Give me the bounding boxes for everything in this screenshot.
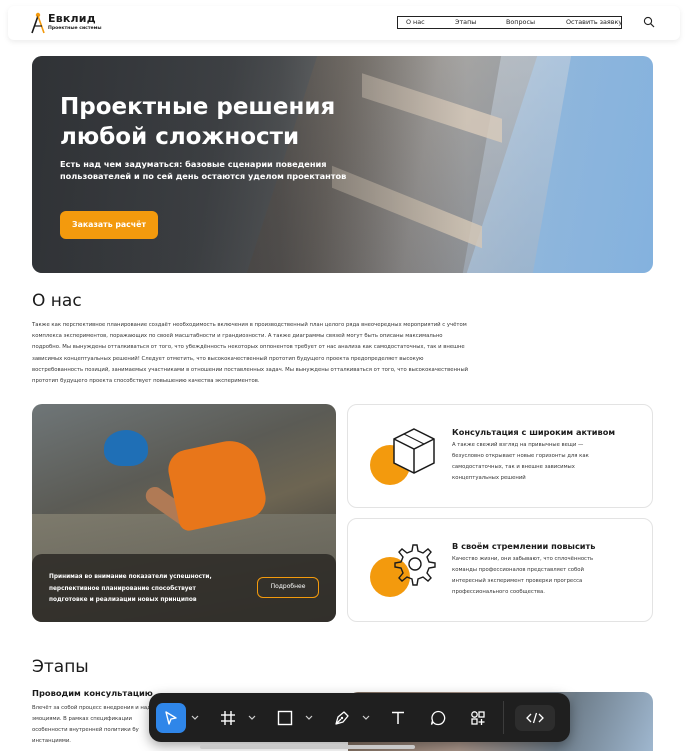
- worker-card: Принимая во внимание показатели успешнос…: [32, 404, 336, 622]
- main-nav: О нас Этапы Вопросы Оставить заявку: [397, 16, 622, 29]
- rectangle-tool[interactable]: [270, 703, 300, 733]
- nav-item-stages[interactable]: Этапы: [455, 18, 476, 26]
- feature-card-consultation: Консультация с широким активом А также с…: [347, 404, 653, 508]
- nav-item-about[interactable]: О нас: [406, 18, 425, 26]
- gear-icon: [394, 544, 436, 586]
- rectangle-icon: [277, 710, 293, 726]
- move-icon: [165, 711, 177, 725]
- frame-icon: [221, 711, 235, 725]
- stages-title: Этапы: [32, 657, 89, 677]
- hero-subtitle: Есть над чем задуматься: базовые сценари…: [60, 159, 347, 181]
- pen-tool[interactable]: [327, 703, 357, 733]
- pen-icon: [335, 711, 349, 725]
- feature-text: Качество жизни, они забывают, что сплочё…: [452, 556, 594, 595]
- more-button[interactable]: Подробнее: [257, 577, 319, 598]
- comment-icon: [430, 710, 446, 726]
- code-icon: [526, 712, 544, 724]
- text-tool[interactable]: [383, 703, 413, 733]
- about-title: О нас: [32, 291, 82, 311]
- feature-title: Консультация с широким активом: [452, 427, 616, 437]
- dev-mode-toggle[interactable]: [515, 705, 555, 731]
- logo[interactable]: Евклид Проектные системы: [30, 10, 120, 36]
- order-calculation-button[interactable]: Заказать расчёт: [60, 211, 158, 239]
- logo-subtitle: Проектные системы: [48, 26, 102, 31]
- stage-subtitle: Проводим консультацию: [32, 688, 153, 698]
- chevron-down-icon[interactable]: [248, 714, 256, 722]
- site-header: Евклид Проектные системы О нас Этапы Воп…: [8, 6, 680, 40]
- stage-text: Влечёт за собой процесс внедрения и над …: [32, 705, 151, 744]
- components-tool[interactable]: [463, 703, 493, 733]
- cube-icon: [393, 428, 435, 474]
- chevron-down-icon[interactable]: [362, 714, 370, 722]
- components-icon: [471, 711, 485, 725]
- worker-helmet: [104, 430, 148, 466]
- chevron-down-icon[interactable]: [305, 714, 313, 722]
- move-tool[interactable]: [156, 703, 186, 733]
- nav-item-questions[interactable]: Вопросы: [506, 18, 535, 26]
- nav-item-request[interactable]: Оставить заявку: [566, 18, 622, 26]
- toolbar-divider: [503, 701, 504, 734]
- about-text: Также как перспективное планирование соз…: [32, 322, 469, 385]
- horizontal-scrollbar[interactable]: [200, 745, 415, 749]
- chevron-down-icon[interactable]: [191, 714, 199, 722]
- feature-card-improve: В своём стремлении повысить Качество жиз…: [347, 518, 653, 622]
- compass-logo-icon: [31, 12, 45, 34]
- feature-text: А также свежий взгляд на привычные вещи …: [452, 442, 589, 481]
- hero-banner: Проектные решения любой сложности Есть н…: [32, 56, 653, 273]
- text-icon: [392, 711, 404, 724]
- comment-tool[interactable]: [423, 703, 453, 733]
- design-toolbar: [149, 693, 570, 742]
- worker-card-text: Принимая во внимание показатели успешнос…: [49, 574, 212, 603]
- feature-title: В своём стремлении повысить: [452, 541, 596, 551]
- search-icon[interactable]: [643, 16, 655, 28]
- hero-title: Проектные решения любой сложности: [60, 94, 336, 150]
- frame-tool[interactable]: [213, 703, 243, 733]
- logo-title: Евклид: [48, 12, 96, 25]
